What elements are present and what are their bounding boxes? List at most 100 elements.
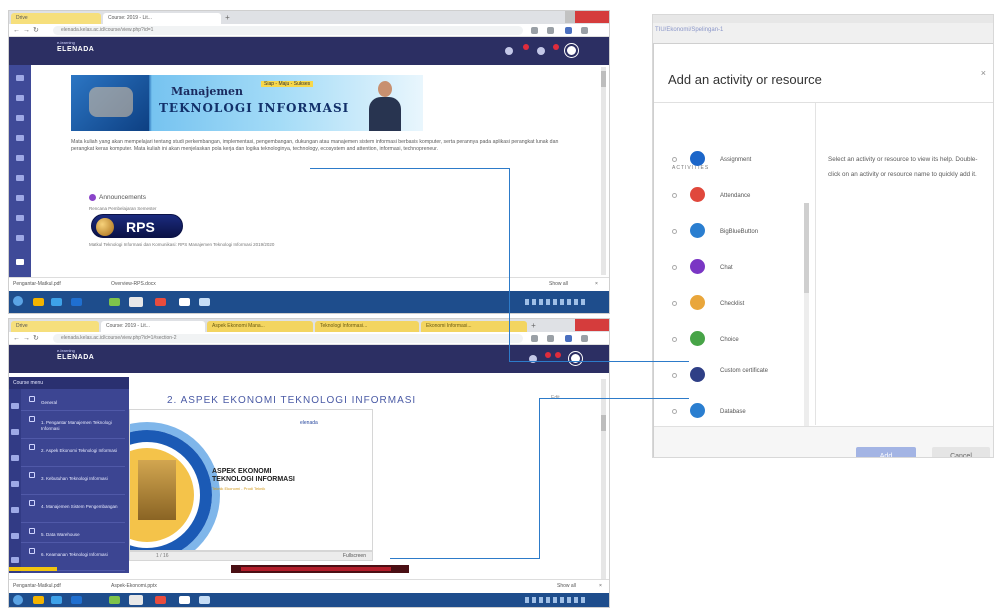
extension-icon[interactable] [531, 335, 538, 342]
presentation-slide[interactable]: elenada ASPEK EKONOMI TEKNOLOGI INFORMAS… [129, 409, 373, 551]
scrollbar-thumb[interactable] [601, 415, 606, 431]
reload-icon[interactable]: ↻ [33, 334, 39, 343]
activity-item[interactable]: BigBlueButton [654, 220, 804, 256]
calendar-icon[interactable] [16, 115, 24, 121]
download-item[interactable]: Overview-RPS.docx [111, 281, 156, 287]
user-avatar[interactable] [569, 352, 582, 365]
menu-icon[interactable] [581, 335, 588, 342]
message-icon[interactable] [537, 47, 545, 55]
download-item[interactable]: Aspek-Ekonomi.pptx [111, 583, 157, 589]
show-all-downloads[interactable]: Show all [557, 583, 576, 589]
media-icon[interactable] [51, 298, 62, 306]
add-button[interactable]: Add [856, 447, 916, 457]
reload-icon[interactable]: ↻ [33, 26, 39, 35]
browser-tab[interactable]: Aspek Ekonomi Mana... [207, 321, 313, 332]
grades-icon[interactable] [11, 533, 19, 539]
page-scrollbar[interactable] [601, 67, 606, 275]
start-button-icon[interactable] [13, 296, 23, 306]
announcements-link[interactable]: Announcements [99, 194, 146, 201]
extension-icon[interactable] [531, 27, 538, 34]
site-logo[interactable]: ELENADA [57, 46, 94, 53]
browser-tab[interactable]: Course: 2019 - Lit... [103, 13, 221, 24]
menu-icon[interactable] [581, 27, 588, 34]
rps-button[interactable]: RPS [91, 214, 183, 238]
forward-icon[interactable]: → [23, 334, 30, 343]
app-icon[interactable] [109, 596, 120, 604]
dashboard-icon[interactable] [11, 403, 19, 409]
files-icon[interactable] [16, 135, 24, 141]
system-tray[interactable] [525, 299, 585, 305]
paint-icon[interactable] [179, 596, 190, 604]
activity-radio[interactable] [672, 373, 677, 378]
chrome-icon[interactable] [129, 297, 143, 307]
activity-item[interactable]: Attendance [654, 184, 804, 220]
home-icon[interactable] [16, 95, 24, 101]
profile-icon[interactable] [565, 27, 572, 34]
drawer-item-section-2[interactable]: 2. Aspek Ekonomi Teknologi Informasi [21, 443, 125, 467]
activity-radio[interactable] [672, 301, 677, 306]
pdf-icon[interactable] [155, 298, 166, 306]
close-icon[interactable]: × [599, 583, 602, 589]
browser-tab[interactable]: Drive [11, 321, 99, 332]
scrollbar-thumb[interactable] [601, 71, 606, 87]
browser-tab[interactable]: Ekonomi Informasi... [421, 321, 527, 332]
pdf-icon[interactable] [155, 596, 166, 604]
media-icon[interactable] [51, 596, 62, 604]
site-logo[interactable]: ELENADA [57, 354, 94, 361]
courses-icon[interactable] [11, 507, 19, 513]
word-icon[interactable] [71, 298, 82, 306]
chrome-icon[interactable] [129, 595, 143, 605]
activity-radio[interactable] [672, 409, 677, 414]
activity-item[interactable]: Choice [654, 328, 804, 364]
new-tab-icon[interactable]: + [529, 321, 538, 330]
folder-icon[interactable] [199, 298, 210, 306]
home-icon[interactable] [11, 429, 19, 435]
activity-radio[interactable] [672, 157, 677, 162]
breadcrumb[interactable]: TIU/Ekonomi/Spelingan-1 [655, 27, 723, 33]
courses-icon[interactable] [16, 155, 24, 161]
activity-item[interactable]: Checklist [654, 292, 804, 328]
word-icon[interactable] [71, 596, 82, 604]
download-item[interactable]: Pengantar-Matkul.pdf [13, 583, 61, 589]
dashboard-icon[interactable] [16, 75, 24, 81]
settings-icon[interactable] [16, 215, 24, 221]
activity-item[interactable]: Custom certificate [654, 364, 804, 400]
browser-tab[interactable]: Course: 2019 - Lit... [101, 321, 205, 332]
paint-icon[interactable] [179, 298, 190, 306]
browser-tab[interactable]: Drive [11, 13, 101, 24]
activity-radio[interactable] [672, 193, 677, 198]
settings-icon[interactable] [11, 557, 19, 563]
new-tab-icon[interactable]: + [223, 13, 232, 22]
activity-item[interactable]: Chat [654, 256, 804, 292]
explorer-icon[interactable] [33, 298, 44, 306]
browser-tab[interactable]: Teknologi Informasi... [315, 321, 419, 332]
page-scrollbar[interactable] [601, 379, 606, 579]
explorer-icon[interactable] [33, 596, 44, 604]
window-controls[interactable] [565, 11, 609, 23]
notification-icon[interactable] [505, 47, 513, 55]
list-scrollbar[interactable] [804, 203, 809, 457]
drawer-item-general[interactable]: General [21, 395, 125, 411]
files-icon[interactable] [11, 481, 19, 487]
star-icon[interactable] [547, 27, 554, 34]
folder-icon[interactable] [199, 596, 210, 604]
download-item[interactable]: Pengantar-Matkul.pdf [13, 281, 61, 287]
activity-radio[interactable] [672, 229, 677, 234]
close-icon[interactable]: × [595, 281, 598, 287]
badge-icon[interactable] [16, 195, 24, 201]
cancel-button[interactable]: Cancel [932, 447, 990, 457]
participants-icon[interactable] [16, 235, 24, 241]
activity-item[interactable]: Assignment [654, 148, 804, 184]
drawer-item-section-1[interactable]: 1. Pengantar Manajemen Teknologi Informa… [21, 415, 125, 439]
close-icon[interactable]: × [981, 68, 986, 78]
activity-radio[interactable] [672, 265, 677, 270]
system-tray[interactable] [525, 597, 585, 603]
drawer-item-section-4[interactable]: 4. Manajemen Sistem Pengembangan [21, 499, 125, 523]
activity-radio[interactable] [672, 337, 677, 342]
star-icon[interactable] [547, 335, 554, 342]
url-field[interactable]: elenada.kelas.ac.id/course/view.php?id=1 [53, 26, 523, 35]
video-thumbnail[interactable] [231, 565, 409, 573]
user-avatar[interactable] [565, 44, 578, 57]
url-field[interactable]: elenada.kelas.ac.id/course/view.php?id=1… [53, 334, 523, 343]
scrollbar-thumb[interactable] [804, 203, 809, 293]
